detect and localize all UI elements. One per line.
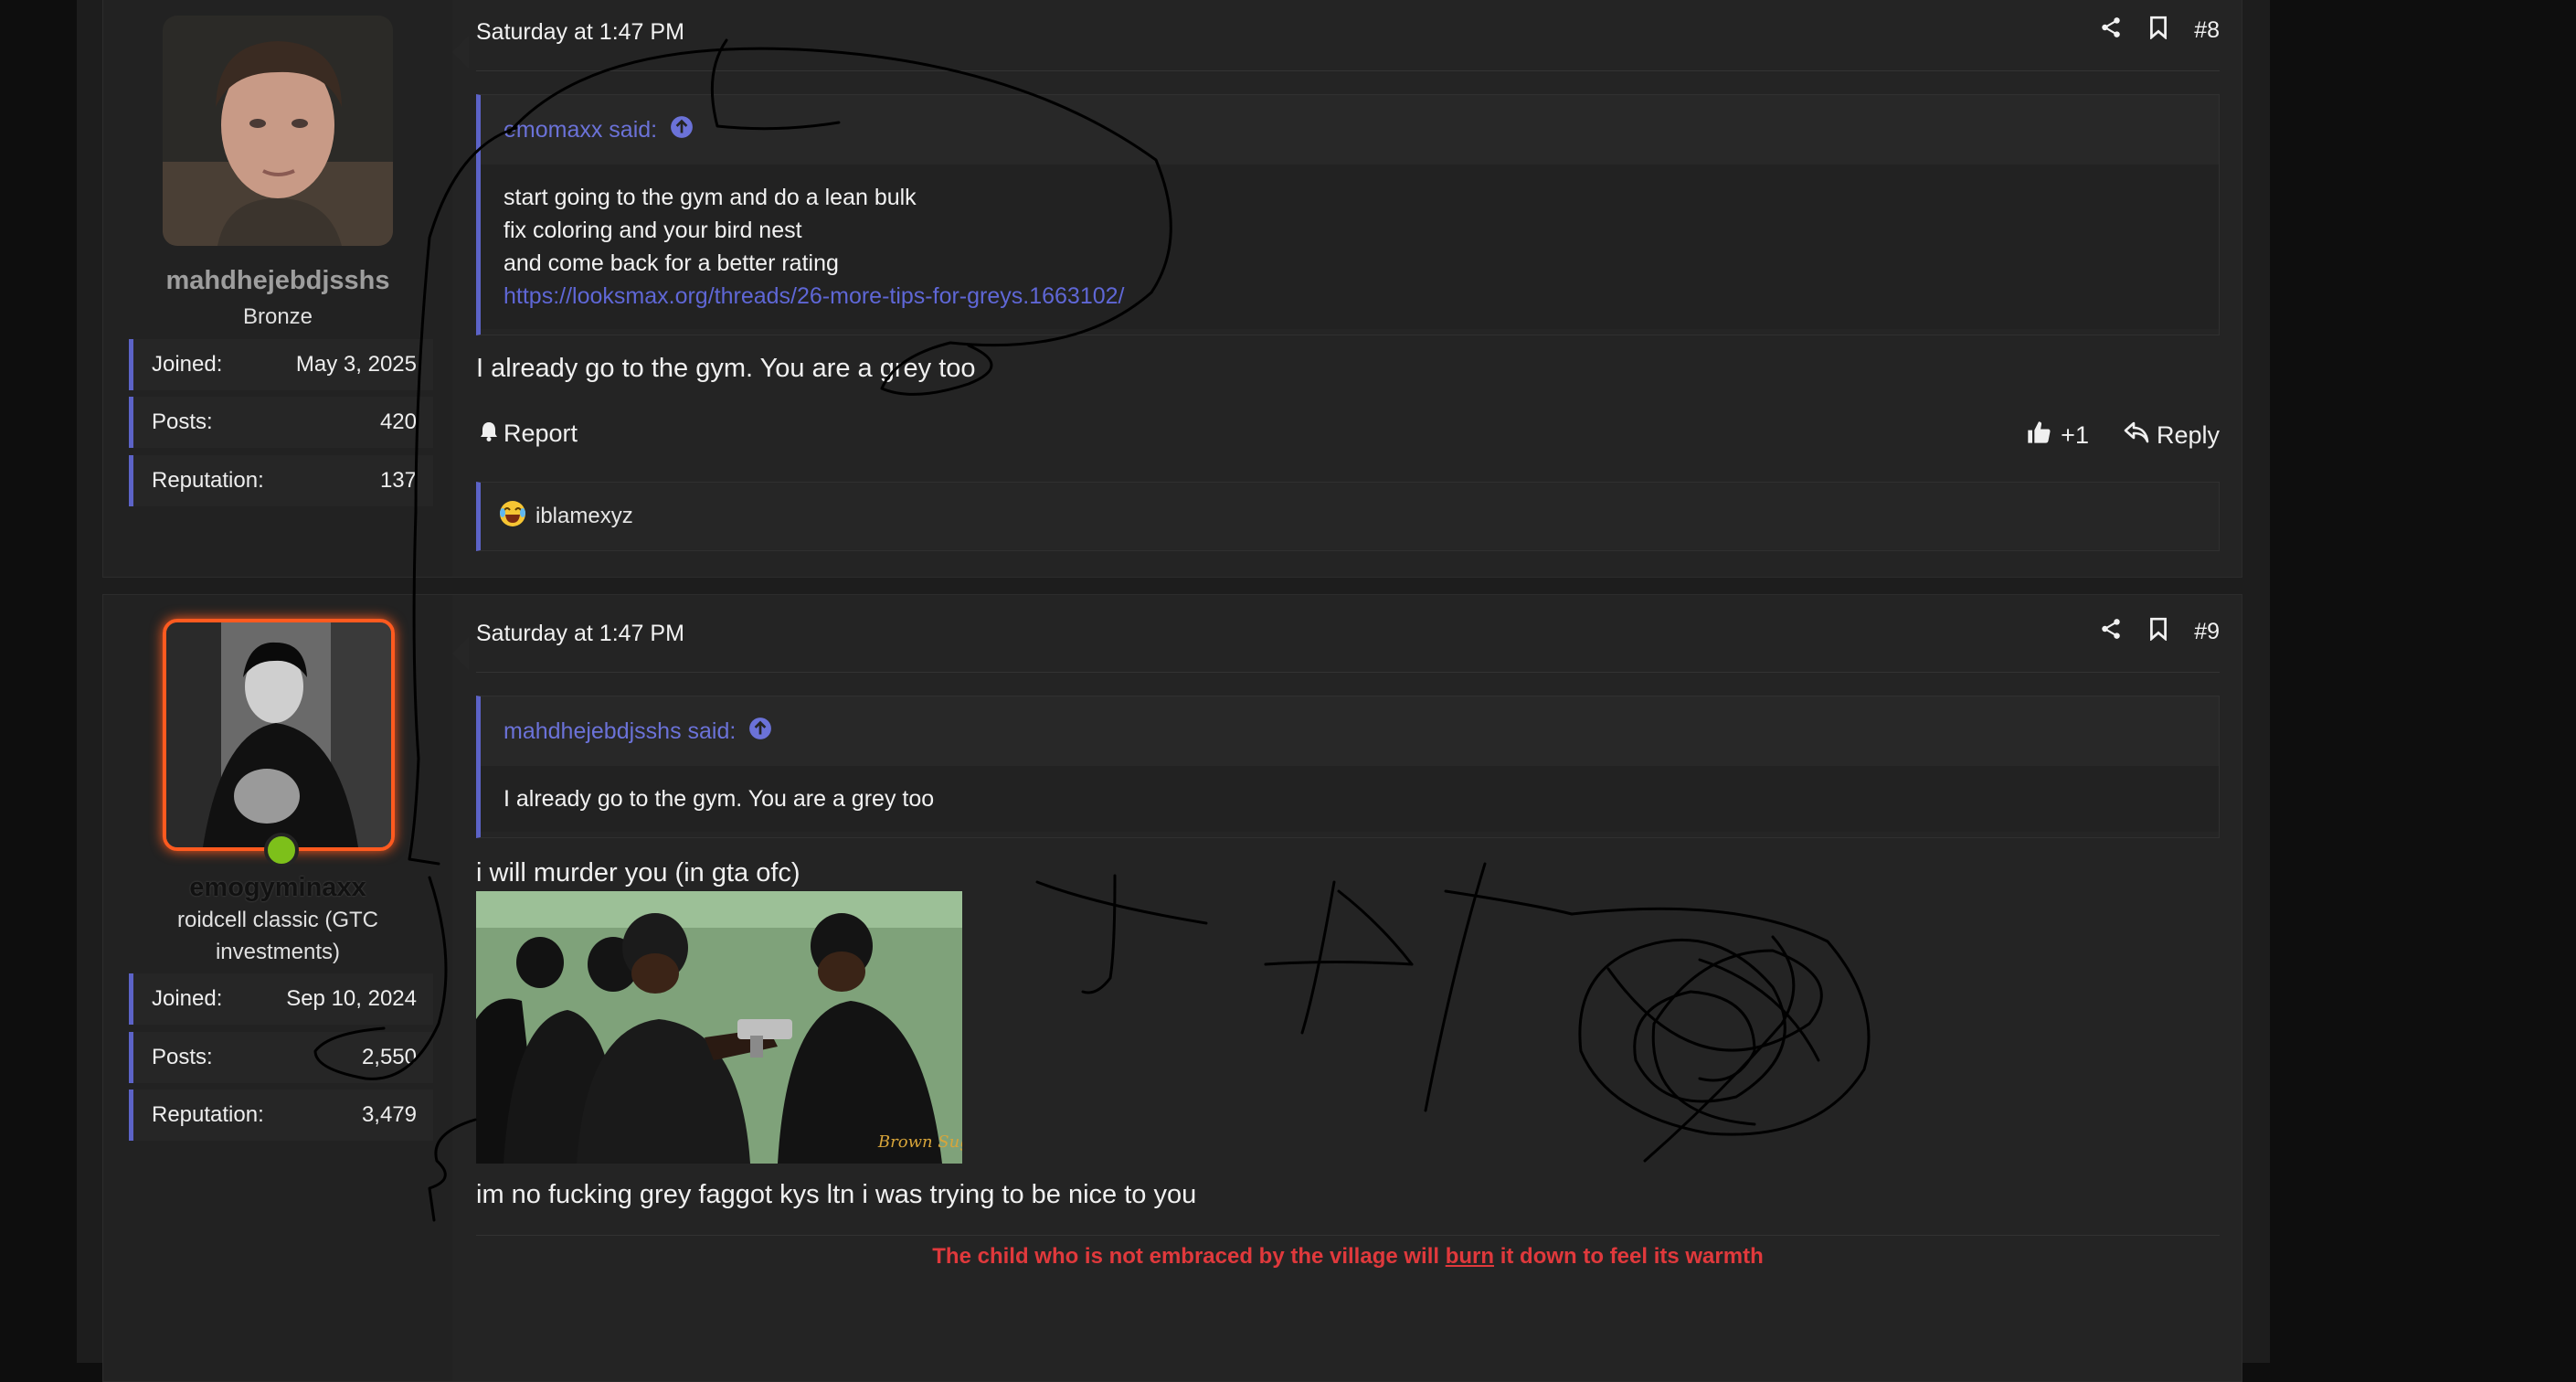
reply-button[interactable]: Reply [2124,421,2220,450]
signature: The child who is not embraced by the vil… [476,1244,2220,1270]
post-datetime[interactable]: Saturday at 1:47 PM [476,621,684,647]
reply-icon [2124,421,2149,450]
report-label: Report [504,420,578,447]
divider [476,70,2220,71]
signature-emphasis: burn [1445,1244,1495,1269]
signature-text: it down to feel its warmth [1494,1244,1764,1269]
quote-line: start going to the gym and do a lean bul… [504,185,917,210]
post-author-sidebar: emogyminaxx roidcell classic (GTC invest… [103,595,452,1381]
quote-line: I already go to the gym. You are a grey … [504,786,935,812]
quote-line: fix coloring and your bird nest [504,218,802,243]
post-number[interactable]: #9 [2194,619,2220,645]
quote-body: start going to the gym and do a lean bul… [481,165,2219,329]
username[interactable]: emogyminaxx [103,873,452,903]
quote-line: and come back for a better rating [504,250,839,276]
post-message: I already go to the gym. You are a grey … [476,354,976,383]
stat-value: 420 [379,409,417,434]
stat-posts: Posts: 420 [129,397,433,448]
stat-label: Reputation: [152,468,264,493]
post-top-actions: #9 [2099,617,2220,647]
reactions-bar[interactable]: iblamexyz [476,482,2220,551]
report-button[interactable]: Report [480,420,578,448]
stat-label: Posts: [152,409,213,434]
stat-value: 3,479 [361,1102,417,1127]
quote-link[interactable]: https://looksmax.org/threads/26-more-tip… [504,283,1124,309]
post-datetime[interactable]: Saturday at 1:47 PM [476,19,684,46]
stat-joined: Joined: May 3, 2025 [129,339,433,390]
stat-value: Sep 10, 2024 [286,986,417,1011]
bookmark-icon[interactable] [2148,617,2168,647]
stat-label: Reputation: [152,1102,264,1127]
post-author-sidebar: mahdhejebdjsshs Bronze Joined: May 3, 20… [103,0,452,577]
post-reaction-controls: +1 Reply [2026,420,2220,452]
reaction-user[interactable]: iblamexyz [535,504,633,529]
share-icon[interactable] [2099,617,2123,647]
arrow-up-circle-icon[interactable] [670,115,694,145]
post-top-actions: #8 [2099,16,2220,46]
sidebar-pointer [452,637,469,670]
stat-value: 2,550 [361,1045,417,1069]
quote-body: I already go to the gym. You are a grey … [481,766,2219,832]
online-status-indicator [264,833,299,867]
signature-text: The child who is not embraced by the vil… [932,1244,1446,1269]
stat-reputation: Reputation: 3,479 [129,1090,433,1141]
user-title: Bronze [242,304,313,329]
username[interactable]: mahdhejebdjsshs [103,266,452,296]
stat-value: 137 [379,468,417,493]
stat-label: Joined: [152,352,223,377]
post-message: i will murder you (in gta ofc) [476,858,800,888]
stat-joined: Joined: Sep 10, 2024 [129,973,433,1025]
gif-watermark: Brown Sugar [877,1132,962,1152]
post-number[interactable]: #8 [2194,17,2220,44]
post-8: mahdhejebdjsshs Bronze Joined: May 3, 20… [102,0,2242,578]
thumbs-up-icon [2026,420,2051,452]
quote-header[interactable]: mahdhejebdjsshs said: [481,696,2219,766]
quote-block: emomaxx said: start going to the gym and… [476,94,2220,335]
divider [476,1235,2220,1236]
laughing-emoji-icon [499,500,526,534]
post-message: im no fucking grey faggot kys ltn i was … [476,1180,1197,1209]
stat-posts: Posts: 2,550 [129,1032,433,1083]
post-footer-actions: Report +1 Reply [476,420,2220,456]
stat-label: Joined: [152,986,223,1011]
like-button[interactable]: +1 [2026,420,2089,452]
bookmark-icon[interactable] [2148,16,2168,46]
arrow-up-circle-icon[interactable] [748,717,772,747]
divider [476,672,2220,673]
quote-author[interactable]: mahdhejebdjsshs said: [504,718,736,745]
sidebar-pointer [452,36,469,69]
quote-block: mahdhejebdjsshs said: I already go to th… [476,696,2220,838]
bell-icon [480,420,498,448]
stat-reputation: Reputation: 137 [129,455,433,506]
embedded-gif[interactable]: Brown Sugar [476,891,962,1164]
post-9: emogyminaxx roidcell classic (GTC invest… [102,594,2242,1382]
like-count: +1 [2061,421,2089,449]
reply-label: Reply [2156,421,2220,449]
quote-header[interactable]: emomaxx said: [481,95,2219,165]
share-icon[interactable] [2099,16,2123,46]
quote-author[interactable]: emomaxx said: [504,117,657,144]
avatar[interactable] [163,16,393,246]
stat-label: Posts: [152,1045,213,1069]
user-title: roidcell classic (GTC investments) [176,908,379,964]
stat-value: May 3, 2025 [295,352,417,377]
avatar[interactable] [163,619,395,851]
